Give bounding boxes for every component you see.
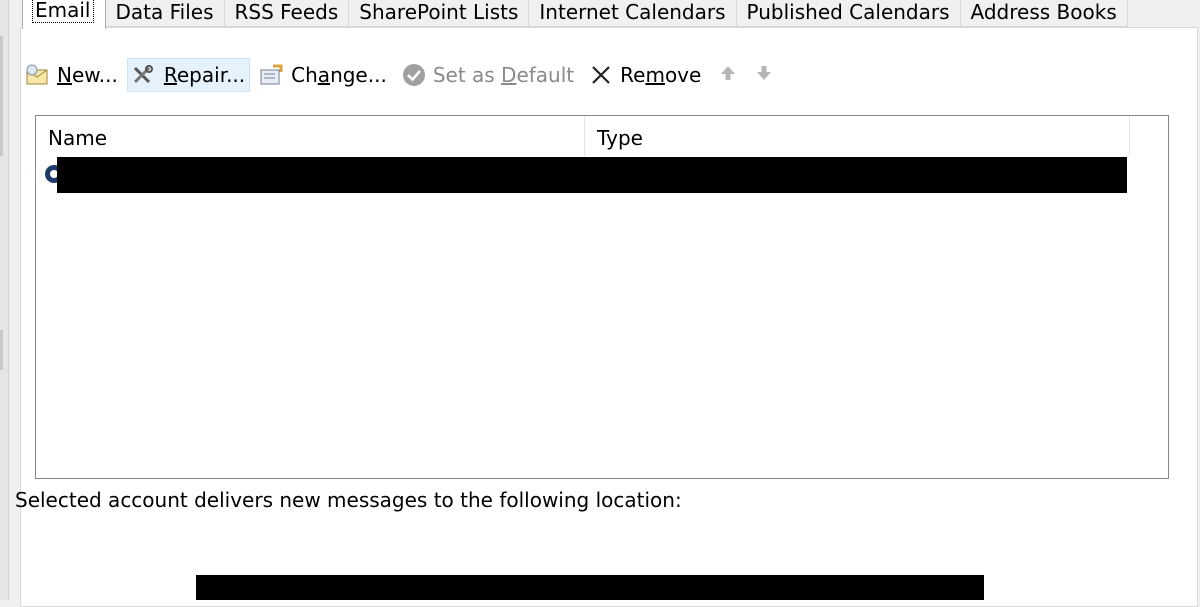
list-header: Name Type — [36, 116, 1130, 156]
new-mail-icon — [25, 62, 51, 88]
change-button[interactable]: Change... — [254, 58, 392, 92]
column-header-name[interactable]: Name — [36, 116, 585, 156]
close-x-icon — [588, 62, 614, 88]
tab-sharepoint-lists[interactable]: SharePoint Lists — [349, 0, 530, 27]
arrow-down-icon — [755, 63, 773, 87]
checkmark-icon — [401, 62, 427, 88]
new-button[interactable]: New... — [20, 58, 123, 92]
arrow-up-icon — [719, 63, 737, 87]
table-row[interactable] — [36, 157, 1130, 193]
tab-email[interactable]: Email — [22, 0, 106, 29]
move-up-button[interactable] — [710, 58, 746, 92]
move-down-button[interactable] — [746, 58, 782, 92]
set-as-default-label: Set as Default — [432, 63, 575, 87]
delivers-location-label: Selected account delivers new messages t… — [15, 488, 682, 512]
repair-button[interactable]: Repair... — [126, 58, 251, 92]
remove-label: Remove — [620, 63, 702, 87]
tab-internet-calendars[interactable]: Internet Calendars — [529, 0, 737, 27]
account-toolbar: New... Repair... Change... Set as Defaul… — [20, 58, 782, 92]
set-as-default-button[interactable]: Set as Default — [396, 58, 579, 92]
window-left-edge — [0, 0, 9, 600]
tab-label: Email — [32, 0, 94, 23]
redacted-account-name — [57, 157, 1127, 193]
redacted-delivery-location — [196, 575, 984, 600]
change-label: Change... — [291, 63, 387, 87]
tab-rss-feeds[interactable]: RSS Feeds — [224, 0, 350, 27]
column-header-type[interactable]: Type — [585, 116, 1130, 156]
remove-button[interactable]: Remove — [583, 58, 706, 92]
account-list[interactable]: Name Type — [35, 115, 1169, 479]
change-account-icon — [259, 62, 285, 88]
repair-tools-icon — [132, 62, 158, 88]
new-label: New... — [57, 63, 118, 87]
tab-data-files[interactable]: Data Files — [105, 0, 225, 27]
repair-label: Repair... — [163, 63, 246, 87]
tab-published-calendars[interactable]: Published Calendars — [736, 0, 961, 27]
tab-strip: Email Data Files RSS Feeds SharePoint Li… — [22, 0, 1128, 29]
tab-address-books[interactable]: Address Books — [960, 0, 1128, 27]
